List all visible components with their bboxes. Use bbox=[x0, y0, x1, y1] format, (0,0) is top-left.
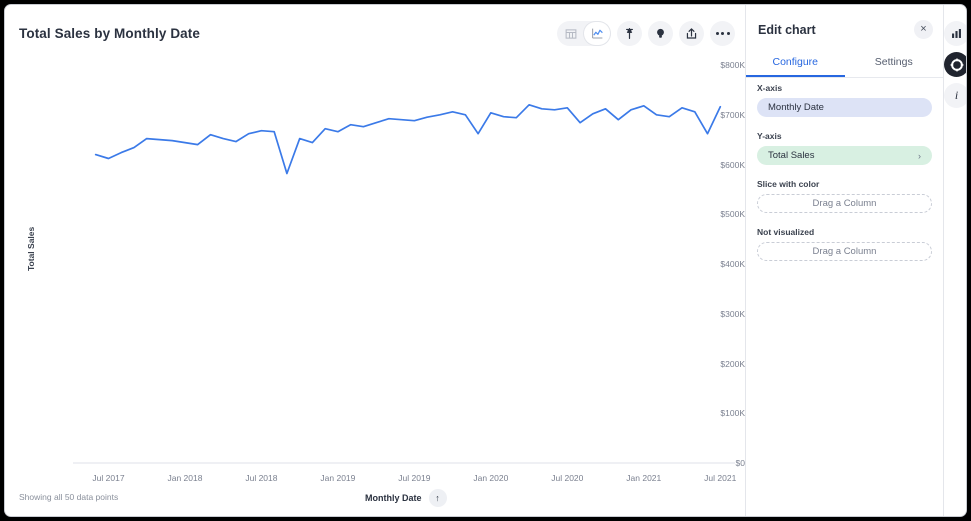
y-axis-tick-label: $0 bbox=[735, 458, 745, 468]
y-axis-column-name: Total Sales bbox=[768, 150, 815, 161]
sort-control[interactable]: Monthly Date ↑ bbox=[365, 489, 447, 507]
chart-title: Total Sales by Monthly Date bbox=[19, 26, 200, 41]
edit-chart-panel: Edit chart × Configure Settings X-axis M… bbox=[745, 5, 943, 516]
close-icon[interactable]: × bbox=[914, 20, 933, 39]
x-axis-tick-label: Jul 2020 bbox=[551, 473, 584, 483]
not-visualized-dropzone-placeholder: Drag a Column bbox=[812, 246, 877, 257]
x-axis-tick-label: Jan 2021 bbox=[626, 473, 662, 483]
chart-card: Total Sales by Monthly Date Total Sales … bbox=[5, 5, 745, 516]
x-axis-tick-label: Jul 2018 bbox=[245, 473, 278, 483]
right-icon-rail: i bbox=[943, 5, 966, 516]
tab-configure[interactable]: Configure bbox=[746, 49, 845, 77]
x-axis-tick-label: Jan 2018 bbox=[167, 473, 203, 483]
chart-plot-area[interactable]: Total Sales $800K $700K $600K $500K $400K $30… bbox=[5, 53, 745, 483]
ellipsis-dots bbox=[715, 32, 730, 35]
chart-footer: Showing all 50 data points Monthly Date … bbox=[5, 489, 745, 515]
y-axis-tick-label: $500K bbox=[720, 209, 745, 220]
more-options-icon[interactable] bbox=[710, 21, 735, 46]
info-icon[interactable]: i bbox=[944, 83, 966, 108]
data-point-count-label: Showing all 50 data points bbox=[19, 492, 119, 502]
view-toggle-group[interactable] bbox=[557, 21, 611, 46]
x-axis-label: X-axis bbox=[757, 83, 783, 93]
x-axis-tick-label: Jul 2021 bbox=[704, 473, 737, 483]
edit-panel-title: Edit chart bbox=[758, 23, 816, 37]
y-axis-tick-label: $800K bbox=[720, 60, 745, 70]
y-axis-label: Y-axis bbox=[757, 131, 782, 141]
share-icon[interactable] bbox=[679, 21, 704, 46]
slice-with-color-dropzone[interactable]: Drag a Column bbox=[757, 194, 932, 213]
y-axis-tick-label: $600K bbox=[720, 159, 745, 170]
y-axis-tick-label: $400K bbox=[720, 259, 745, 269]
insights-bulb-icon[interactable] bbox=[648, 21, 673, 46]
x-axis-column-pill[interactable]: Monthly Date bbox=[757, 98, 932, 117]
tab-settings[interactable]: Settings bbox=[845, 49, 944, 77]
chart-toolbar bbox=[557, 21, 735, 46]
table-view-icon[interactable] bbox=[558, 22, 584, 45]
y-axis-tick-label: $200K bbox=[720, 358, 745, 369]
y-axis-tick-label: $700K bbox=[720, 109, 745, 120]
gear-icon[interactable] bbox=[944, 52, 966, 77]
slice-dropzone-placeholder: Drag a Column bbox=[812, 198, 877, 209]
sort-field-label: Monthly Date bbox=[365, 493, 422, 503]
y-axis-column-pill[interactable]: Total Sales › bbox=[757, 146, 932, 165]
x-axis-tick-label: Jul 2019 bbox=[398, 473, 431, 483]
bar-chart-icon[interactable] bbox=[944, 21, 966, 46]
y-axis-tick-label: $300K bbox=[720, 308, 745, 319]
x-axis-tick-label: Jul 2017 bbox=[92, 473, 125, 483]
edit-panel-body: X-axis Monthly Date Y-axis Total Sales ›… bbox=[746, 83, 943, 261]
edit-panel-tabs: Configure Settings bbox=[746, 49, 943, 78]
y-axis-tick-label: $100K bbox=[720, 408, 745, 419]
x-axis-tick-label: Jan 2019 bbox=[320, 473, 356, 483]
not-visualized-label: Not visualized bbox=[757, 227, 815, 237]
line-series-svg bbox=[73, 103, 735, 464]
line-chart-view-icon[interactable] bbox=[584, 22, 610, 45]
chart-editor-window: Total Sales by Monthly Date Total Sales … bbox=[4, 4, 967, 517]
slice-with-color-label: Slice with color bbox=[757, 179, 820, 189]
x-axis-column-name: Monthly Date bbox=[768, 102, 824, 113]
info-glyph: i bbox=[954, 88, 959, 102]
pin-icon[interactable] bbox=[617, 21, 642, 46]
sort-ascending-icon[interactable]: ↑ bbox=[428, 489, 447, 507]
y-axis-title: Total Sales bbox=[26, 226, 36, 271]
not-visualized-dropzone[interactable]: Drag a Column bbox=[757, 242, 932, 261]
x-axis-tick-label: Jan 2020 bbox=[473, 473, 509, 483]
line-series-path bbox=[94, 103, 722, 175]
chevron-right-icon: › bbox=[918, 150, 921, 161]
